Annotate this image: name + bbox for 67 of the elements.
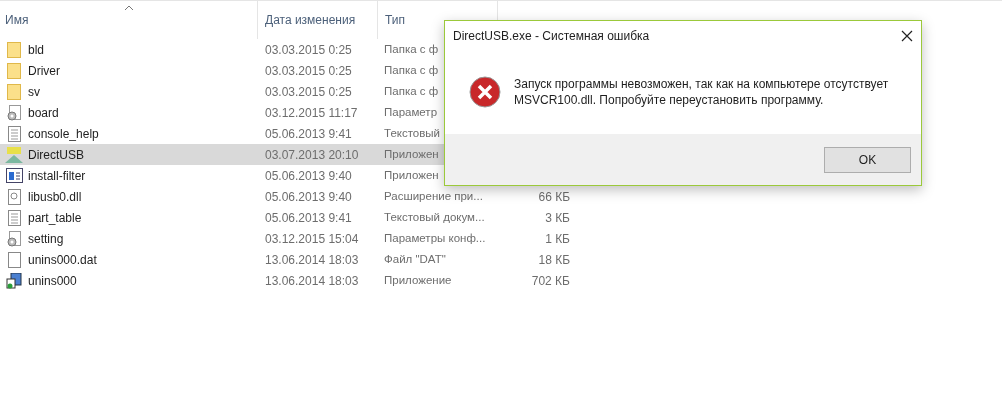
modified-date: 13.06.2014 18:03 xyxy=(264,272,360,290)
folder-icon xyxy=(7,62,21,79)
modified-date: 03.03.2015 0:25 xyxy=(264,62,353,80)
text-file-icon xyxy=(7,125,21,142)
file-name: console_help xyxy=(28,125,99,143)
file-type: Параметры конф... xyxy=(384,230,486,246)
file-row[interactable]: unins000.dat 13.06.2014 18:03 Файл "DAT" 18 КБ xyxy=(0,249,580,270)
gear-icon xyxy=(6,104,22,121)
modified-date: 03.12.2015 15:04 xyxy=(264,230,360,248)
file-size: 3 КБ xyxy=(545,209,570,227)
modified-date: 05.06.2013 9:41 xyxy=(264,209,353,227)
column-header[interactable]: Дата изменения xyxy=(258,1,378,39)
gear-icon xyxy=(6,230,22,247)
installer-icon xyxy=(6,272,22,289)
file-type: Расширение при... xyxy=(384,188,483,204)
file-type: Текстовый докум... xyxy=(384,209,485,225)
modified-date: 03.07.2013 20:10 xyxy=(264,146,360,164)
file-name: part_table xyxy=(28,209,82,227)
column-header[interactable]: Имя xyxy=(0,1,258,39)
modified-date: 05.06.2013 9:40 xyxy=(264,167,353,185)
folder-icon xyxy=(7,83,21,100)
file-type: Параметр xyxy=(384,104,438,120)
app-icon xyxy=(5,146,23,163)
error-icon xyxy=(469,76,501,108)
file-type: Папка с ф xyxy=(384,62,439,78)
file-name: install-filter xyxy=(28,167,86,185)
file-type: Папка с ф xyxy=(384,41,439,57)
close-icon[interactable] xyxy=(901,29,913,42)
file-row[interactable]: setting 03.12.2015 15:04 Параметры конф... 1 КБ xyxy=(0,228,580,249)
blank-file-icon xyxy=(7,251,21,268)
modified-date: 03.12.2015 11:17 xyxy=(264,104,359,122)
text-file-icon xyxy=(7,209,21,226)
modified-date: 03.03.2015 0:25 xyxy=(264,83,353,101)
file-name: unins000 xyxy=(28,272,77,290)
file-name: board xyxy=(28,104,59,122)
file-name: bld xyxy=(28,41,44,59)
file-type: Текстовый xyxy=(384,125,441,141)
modified-date: 03.03.2015 0:25 xyxy=(264,41,353,59)
modified-date: 13.06.2014 18:03 xyxy=(264,251,360,269)
file-name: unins000.dat xyxy=(28,251,97,269)
folder-icon xyxy=(7,41,21,58)
sort-caret-icon xyxy=(123,5,134,11)
modified-date: 05.06.2013 9:40 xyxy=(264,188,353,206)
file-row[interactable]: libusb0.dll 05.06.2013 9:40 Расширение при... 66 КБ xyxy=(0,186,580,207)
file-type: Папка с ф xyxy=(384,83,439,99)
file-name: DirectUSB xyxy=(28,146,84,164)
file-type: Файл "DAT" xyxy=(384,251,446,267)
file-name: sv xyxy=(28,83,40,101)
error-message: Запуск программы невозможен, так как на компьютере отсутствует MSVCR100.dll. Попробуйте переустановить программу. xyxy=(514,76,890,108)
ok-button[interactable]: OK xyxy=(824,146,911,173)
file-row[interactable]: part_table 05.06.2013 9:41 Текстовый докум... 3 КБ xyxy=(0,207,580,228)
file-type: Приложен xyxy=(384,146,439,162)
file-type: Приложение xyxy=(384,272,452,288)
file-name: libusb0.dll xyxy=(28,188,82,206)
file-row[interactable]: install-filter 05.06.2013 9:40 Приложен xyxy=(0,165,580,186)
file-size: 1 КБ xyxy=(545,230,570,248)
file-type: Приложен xyxy=(384,167,439,183)
file-name: setting xyxy=(28,230,64,248)
modified-date: 05.06.2013 9:41 xyxy=(264,125,353,143)
file-row[interactable]: console_help 05.06.2013 9:41 Текстовый xyxy=(0,123,580,144)
file-row[interactable]: unins000 13.06.2014 18:03 Приложение 702 КБ xyxy=(0,270,580,291)
window-icon xyxy=(5,168,23,183)
file-size: 66 КБ xyxy=(538,188,570,206)
file-size: 702 КБ xyxy=(531,272,570,290)
library-file-icon xyxy=(7,188,21,205)
file-name: Driver xyxy=(28,62,60,80)
file-size: 18 КБ xyxy=(538,251,570,269)
